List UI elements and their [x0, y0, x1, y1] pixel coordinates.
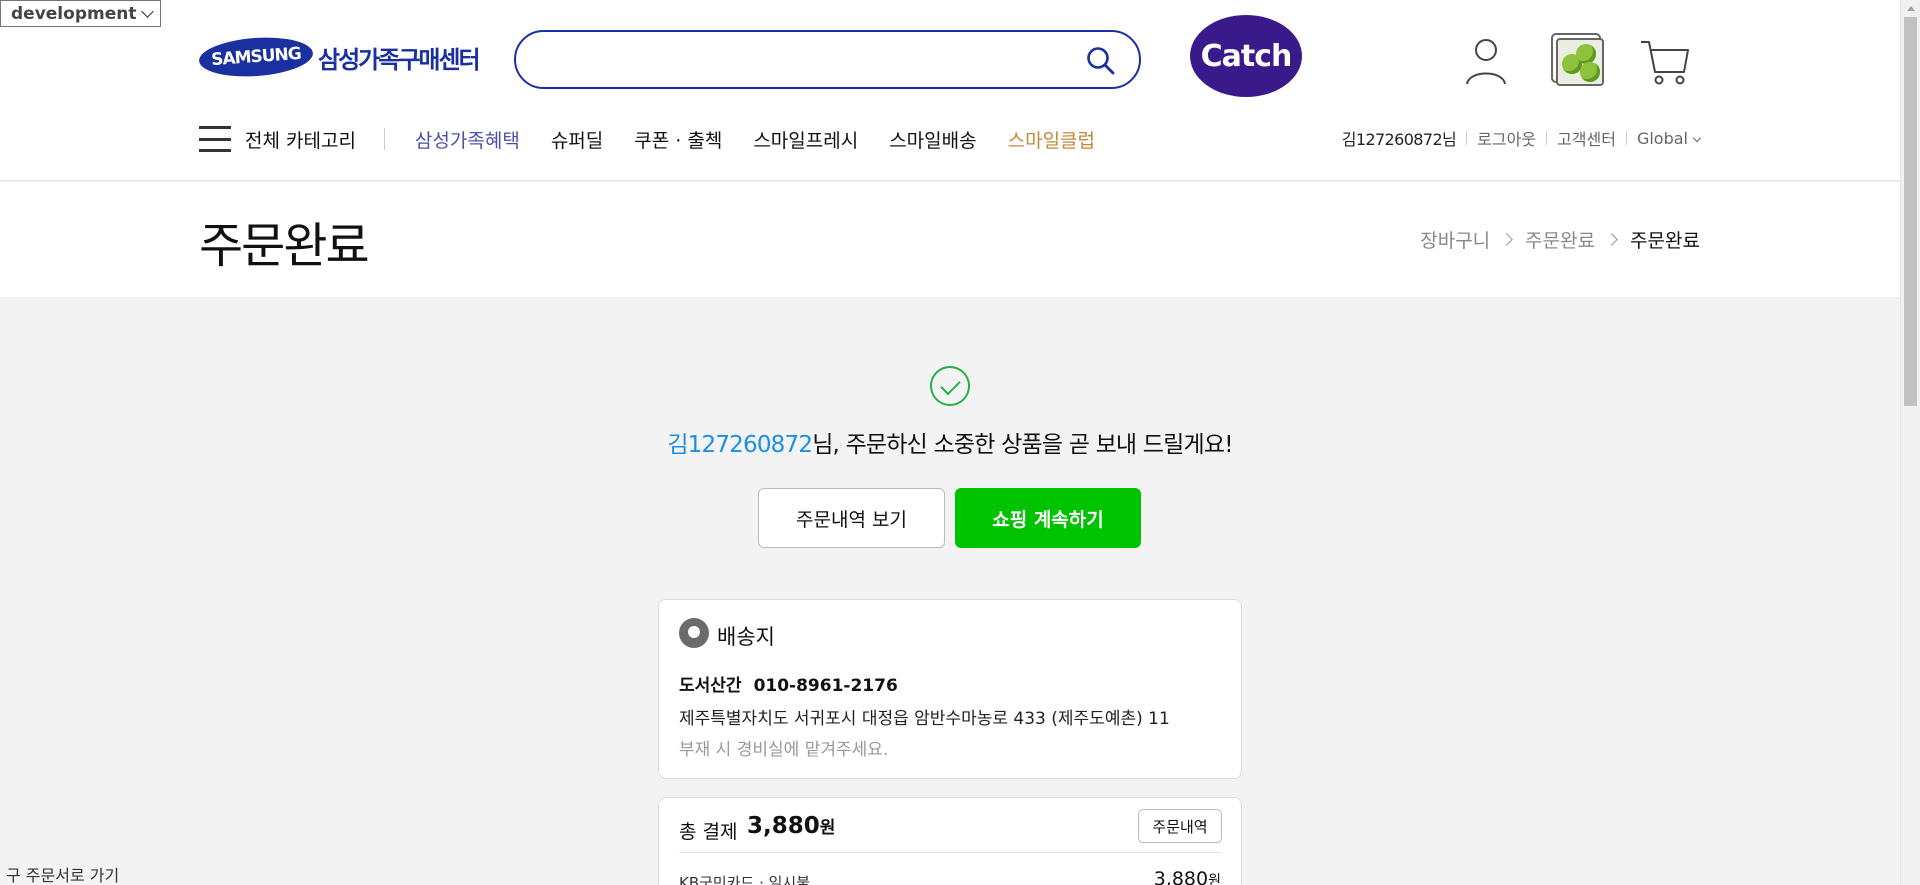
location-pin-icon — [679, 618, 709, 648]
check-circle-icon — [930, 366, 970, 406]
payment-method-unit: 원 — [1208, 873, 1221, 885]
nav-divider — [383, 128, 385, 150]
page-title: 주문완료 — [199, 218, 370, 274]
view-orders-button[interactable]: 주문내역 보기 — [758, 488, 945, 548]
shipping-address-card: 배송지 도서산간 010-8961-2176 제주특별자치도 서귀포시 대정읍 암… — [658, 599, 1242, 779]
site-logo-text: 삼성가족구매센터 — [318, 45, 481, 74]
nav-item-samsung-benefits[interactable]: 삼성가족혜택 — [415, 126, 520, 153]
site-header: SAMSUNG 삼성가족구매센터 Catch 전체 카테고리 삼성가족혜택 슈퍼… — [0, 0, 1900, 181]
breadcrumb: 장바구니 주문완료 주문완료 — [1420, 226, 1700, 253]
confirmation-message: 김127260872님, 주문하신 소중한 상품을 곧 보내 드릴게요! — [0, 425, 1900, 459]
shipping-phone: 010-8961-2176 — [753, 676, 898, 696]
logout-link[interactable]: 로그아웃 — [1477, 126, 1536, 150]
util-divider — [1466, 131, 1468, 145]
menu-icon[interactable] — [199, 126, 231, 152]
nav-all-categories[interactable]: 전체 카테고리 — [245, 126, 356, 153]
breadcrumb-cart[interactable]: 장바구니 — [1420, 226, 1490, 253]
utility-links: 김127260872님 로그아웃 고객센터 Global — [1341, 126, 1702, 150]
catch-logo[interactable]: Catch — [1190, 15, 1302, 97]
shipping-recipient: 도서산간 — [679, 676, 742, 696]
payment-label: 총 결제 — [679, 821, 738, 843]
breadcrumb-current: 주문완료 — [1630, 230, 1700, 252]
person-icon[interactable] — [1459, 34, 1513, 88]
payment-total: 3,880원 — [747, 813, 835, 839]
order-history-button[interactable]: 주문내역 — [1138, 809, 1222, 843]
shipping-title: 배송지 — [717, 625, 775, 649]
payment-method-amount: 3,880원 — [1154, 868, 1221, 885]
util-divider — [1625, 131, 1627, 145]
confirmation-user-name: 김127260872 — [667, 432, 813, 458]
payment-method: KB국민카드 · 일시불 — [679, 874, 811, 885]
global-label: Global — [1636, 128, 1688, 148]
divider — [679, 852, 1221, 853]
nav-item-smile-fresh[interactable]: 스마일프레시 — [753, 126, 858, 153]
chevron-right-icon — [1605, 233, 1618, 246]
shipping-recipient-line: 도서산간 010-8961-2176 — [679, 671, 898, 696]
payment-total-value: 3,880 — [747, 813, 820, 839]
main-nav: 전체 카테고리 삼성가족혜택 슈퍼딜 쿠폰 · 출첵 스마일프레시 스마일배송 … — [199, 122, 1126, 156]
chevron-down-icon — [141, 5, 154, 18]
scroll-up-arrow-icon[interactable] — [1907, 6, 1915, 11]
breadcrumb-order-step[interactable]: 주문완료 — [1525, 226, 1595, 253]
search-input[interactable] — [542, 46, 1062, 74]
confirmation-text: 님, 주문하신 소중한 상품을 곧 보내 드릴게요! — [812, 432, 1233, 458]
scrollbar-thumb[interactable] — [1904, 17, 1917, 406]
nav-item-superdeal[interactable]: 슈퍼딜 — [551, 126, 603, 153]
user-name: 김127260872님 — [1341, 130, 1457, 149]
payment-total-unit: 원 — [819, 818, 836, 838]
continue-shopping-button[interactable]: 쇼핑 계속하기 — [955, 488, 1141, 548]
chevron-down-icon — [1692, 133, 1702, 142]
customer-center-link[interactable]: 고객센터 — [1557, 126, 1616, 150]
shipping-address: 제주특별자치도 서귀포시 대정읍 암반수마농로 433 (제주도예촌) 11 — [679, 709, 1170, 729]
page-scrollbar[interactable] — [1900, 0, 1920, 885]
nav-item-smile-club[interactable]: 스마일클럽 — [1008, 126, 1095, 153]
global-link[interactable]: Global — [1636, 128, 1702, 148]
chevron-right-icon — [1500, 233, 1514, 246]
cart-icon[interactable] — [1638, 34, 1692, 88]
environment-select[interactable]: development — [0, 0, 161, 27]
util-divider — [1546, 131, 1548, 145]
payment-method-value: 3,880 — [1153, 868, 1209, 885]
environment-select-value: development — [11, 4, 137, 24]
page-title-band: 주문완료 장바구니 주문완료 주문완료 — [0, 182, 1900, 297]
shipping-memo: 부재 시 경비실에 맡겨주세요. — [679, 740, 889, 760]
samsung-logo-mark: SAMSUNG — [197, 34, 315, 80]
search-box — [514, 30, 1141, 89]
nav-item-coupon[interactable]: 쿠폰 · 출첵 — [634, 126, 722, 153]
nav-item-smile-delivery[interactable]: 스마일배송 — [889, 126, 976, 153]
site-logo[interactable]: SAMSUNG 삼성가족구매센터 — [197, 34, 481, 80]
payment-summary-card: 총 결제 3,880원 주문내역 KB국민카드 · 일시불 3,880원 — [658, 797, 1242, 885]
old-order-sheet-link[interactable]: 구 주문서로 가기 — [0, 860, 132, 885]
search-icon[interactable] — [1085, 45, 1117, 77]
recent-item-thumbnail[interactable] — [1556, 38, 1604, 86]
